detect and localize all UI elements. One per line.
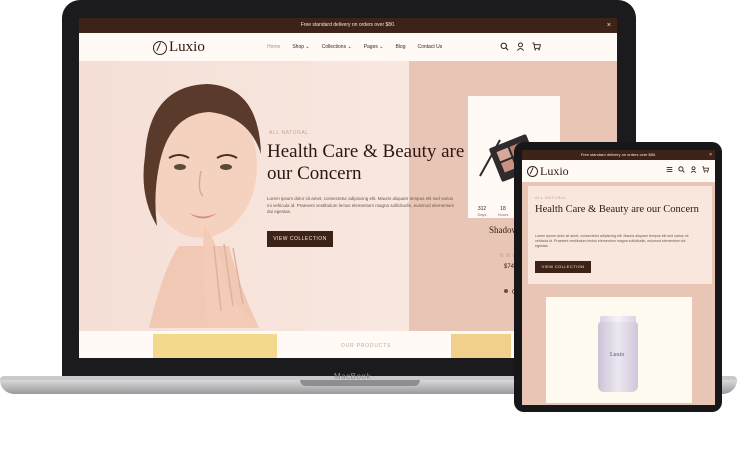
menu-icon[interactable] xyxy=(666,166,673,173)
leaf-logo-icon xyxy=(527,166,538,177)
hero-subtitle: ALL NATURAL xyxy=(269,130,309,136)
hero-title: Health Care & Beauty are our Concern xyxy=(535,204,699,215)
nav-item-collections[interactable]: Collections ⌄ xyxy=(322,44,352,50)
product-thumbnail[interactable] xyxy=(153,334,277,358)
tablet-screen: Free standard delivery on orders over $8… xyxy=(522,150,715,405)
close-icon[interactable]: × xyxy=(709,150,712,160)
view-collection-button[interactable]: VIEW COLLECTION xyxy=(267,231,333,247)
section-title: OUR PRODUCTS xyxy=(341,343,392,349)
product-thumbnail[interactable] xyxy=(451,334,511,358)
tablet-promo-bar: Free standard delivery on orders over $8… xyxy=(522,150,715,160)
nav-item-shop[interactable]: Shop ⌄ xyxy=(292,44,309,50)
countdown-hours: 18 Hours xyxy=(497,206,509,217)
nav-item-blog[interactable]: Blog xyxy=(395,44,405,50)
logo-text: Luxio xyxy=(540,164,569,178)
hero-body: Lorem ipsum dolor sit amet, consectetur … xyxy=(267,196,455,214)
site-header: Luxio Home Shop ⌄ Collections ⌄ Pages ⌄ … xyxy=(79,33,617,61)
view-collection-button[interactable]: VIEW COLLECTION xyxy=(535,261,591,273)
leaf-logo-icon xyxy=(153,40,167,55)
tablet-header: Luxio xyxy=(522,160,715,182)
nav-item-home[interactable]: Home xyxy=(267,44,280,50)
search-icon[interactable] xyxy=(500,42,509,51)
nav-item-contact[interactable]: Contact Us xyxy=(417,44,442,50)
main-nav: Home Shop ⌄ Collections ⌄ Pages ⌄ Blog C… xyxy=(267,44,442,50)
cart-icon[interactable] xyxy=(532,42,541,51)
countdown-days: 312 Days xyxy=(477,206,487,217)
search-icon[interactable] xyxy=(678,166,685,173)
close-icon[interactable]: × xyxy=(607,18,611,33)
hero-body: Lorem ipsum dolor sit amet, consectetur … xyxy=(535,234,689,248)
user-icon[interactable] xyxy=(516,42,525,51)
macbook-label: MacBook xyxy=(334,372,371,381)
header-icons xyxy=(500,42,541,51)
logo-text: Luxio xyxy=(169,39,205,55)
logo[interactable]: Luxio xyxy=(153,39,205,56)
tube-brand-label: Luxio xyxy=(610,352,625,358)
slider-dot[interactable] xyxy=(504,289,508,293)
nav-item-pages[interactable]: Pages ⌄ xyxy=(364,44,384,50)
logo[interactable]: Luxio xyxy=(527,164,569,179)
promo-text: Free standard delivery on orders over $8… xyxy=(580,152,657,157)
hero-subtitle: ALL NATURAL xyxy=(535,195,567,200)
hero-title: Health Care & Beauty are our Concern xyxy=(267,141,465,184)
tablet-header-icons xyxy=(666,166,709,173)
promo-text: Free standard delivery on orders over $8… xyxy=(300,22,396,28)
user-icon[interactable] xyxy=(690,166,697,173)
promo-bar: Free standard delivery on orders over $8… xyxy=(79,18,617,33)
cart-icon[interactable] xyxy=(702,166,709,173)
